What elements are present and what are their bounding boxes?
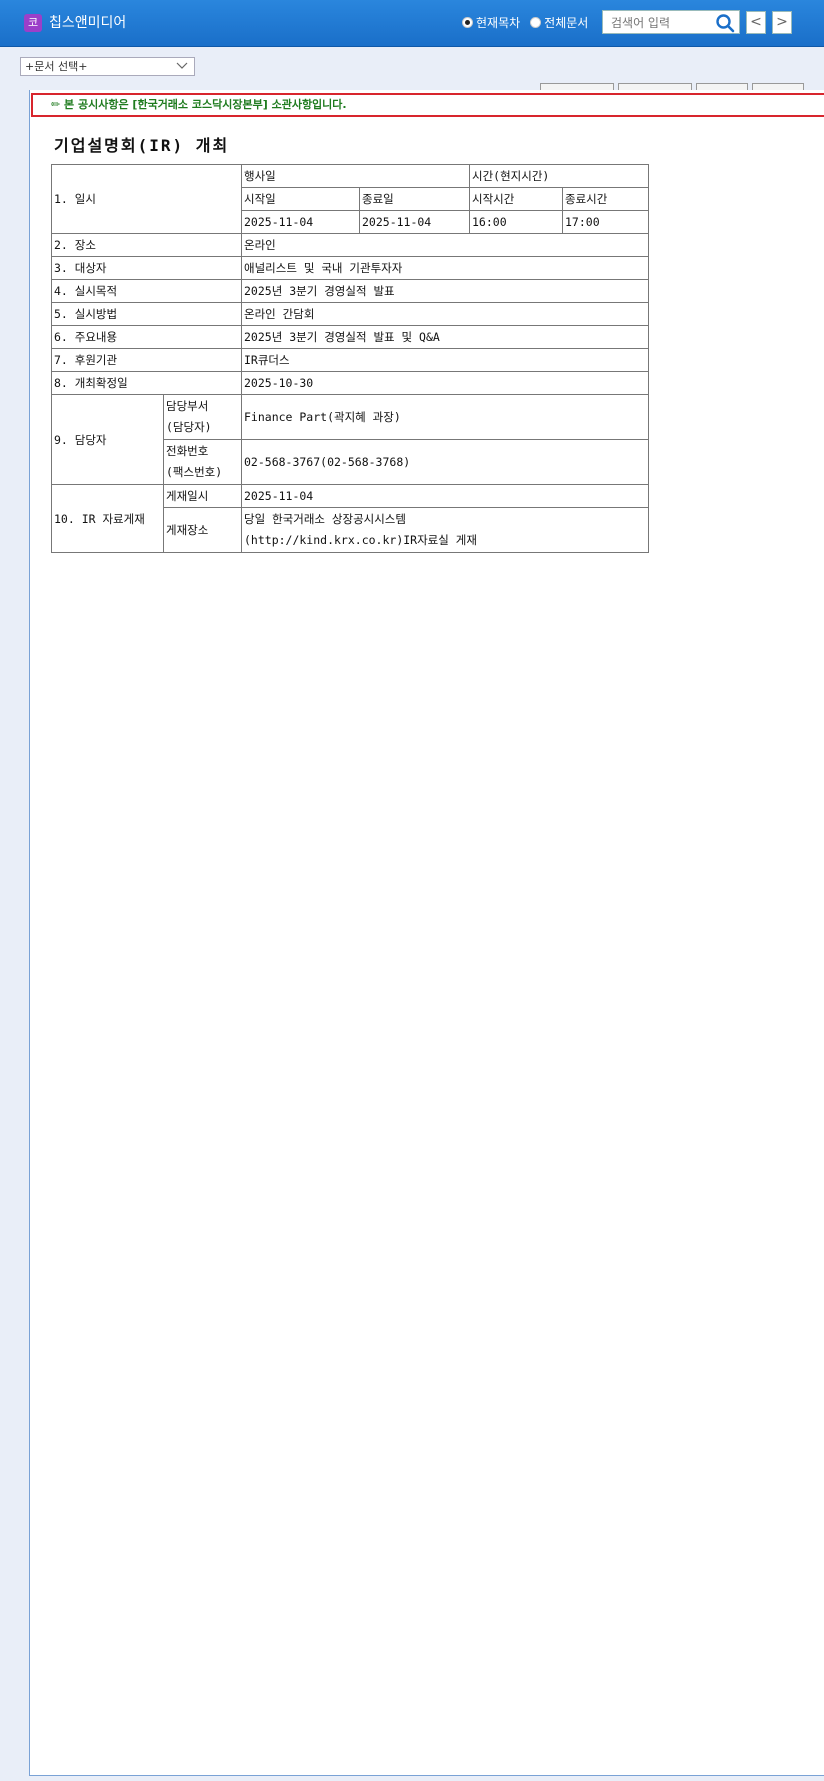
- radio-all-docs[interactable]: 전체문서: [530, 14, 588, 31]
- radio-current-toc[interactable]: 현재목차: [462, 14, 520, 31]
- value-post-place-line1: 당일 한국거래소 상장공시시스템: [244, 512, 406, 526]
- document-title: 기업설명회(IR) 개최: [54, 136, 230, 155]
- value-sponsor: IR큐더스: [240, 348, 650, 372]
- row-label-method: 5. 실시방법: [51, 302, 242, 326]
- value-phone: 02-568-3767(02-568-3768): [240, 439, 650, 485]
- table-row: 4. 실시목적 2025년 3분기 경영실적 발표: [51, 279, 650, 303]
- value-method: 온라인 간담회: [240, 302, 650, 326]
- value-content: 2025년 3분기 경영실적 발표 및 Q&A: [240, 325, 650, 349]
- search-box: [602, 10, 740, 34]
- row-label-content: 6. 주요내용: [51, 325, 242, 349]
- header-time-local: 시간(현지시간): [468, 164, 650, 188]
- label-post-place: 게재장소: [163, 507, 242, 553]
- row-label-datetime: 1. 일시: [51, 164, 242, 234]
- table-row: 5. 실시방법 온라인 간담회: [51, 302, 650, 326]
- radio-current-toc-label: 현재목차: [476, 16, 521, 30]
- row-label-contact: 9. 담당자: [51, 394, 164, 485]
- table-row: 1. 일시 행사일 시간(현지시간): [51, 164, 650, 234]
- value-place: 온라인: [240, 233, 650, 257]
- value-end-time: 17:00: [561, 210, 650, 234]
- document-select-value: +문서 선택+: [25, 60, 88, 73]
- value-confirm-date: 2025-10-30: [240, 371, 650, 395]
- search-icon[interactable]: [715, 13, 735, 33]
- radio-all-docs-label: 전체문서: [544, 16, 589, 30]
- label-phone: 전화번호 (팩스번호): [163, 439, 242, 485]
- notice-banner: ✏ 본 공시사항은 [한국거래소 코스닥시장본부] 소관사항입니다.: [31, 93, 824, 117]
- header-start-time: 시작시간: [469, 187, 563, 211]
- row-label-confirm-date: 8. 개최확정일: [51, 371, 242, 395]
- header-end-date: 종료일: [359, 187, 470, 211]
- row-label-audience: 3. 대상자: [51, 256, 242, 280]
- value-end-date: 2025-11-04: [359, 210, 470, 234]
- value-post-date: 2025-11-04: [240, 484, 650, 508]
- header-end-time: 종료시간: [561, 187, 650, 211]
- label-phone-line1: 전화번호: [166, 444, 209, 458]
- app-logo-icon: 코: [24, 14, 42, 32]
- radio-checked-icon[interactable]: [462, 17, 473, 28]
- value-start-date: 2025-11-04: [241, 210, 360, 234]
- table-row: 2. 장소 온라인: [51, 233, 650, 257]
- prev-result-button[interactable]: <: [746, 11, 766, 34]
- row-label-place: 2. 장소: [51, 233, 242, 257]
- table-row: 10. IR 자료게재 게재일시 2025-11-04: [51, 484, 650, 553]
- table-row: 3. 대상자 애널리스트 및 국내 기관투자자: [51, 256, 650, 280]
- row-label-ir-material: 10. IR 자료게재: [51, 484, 164, 553]
- row-label-purpose: 4. 실시목적: [51, 279, 242, 303]
- search-scope-radio-group: 현재목차 전체문서: [462, 14, 588, 31]
- value-start-time: 16:00: [469, 210, 563, 234]
- header-event-day: 행사일: [241, 164, 470, 188]
- label-department-line2: (담당자): [166, 420, 212, 434]
- radio-unchecked-icon[interactable]: [530, 17, 542, 28]
- label-department: 담당부서 (담당자): [163, 394, 242, 440]
- value-department: Finance Part(곽지혜 과장): [240, 394, 650, 440]
- table-row: 6. 주요내용 2025년 3분기 경영실적 발표 및 Q&A: [51, 325, 650, 349]
- ir-info-table: 1. 일시 행사일 시간(현지시간) 시작일 종료일 시작시간 종료시간 202…: [51, 164, 650, 553]
- table-row: 7. 후원기관 IR큐더스: [51, 348, 650, 372]
- label-phone-line2: (팩스번호): [166, 465, 223, 479]
- top-bar: 코 칩스앤미디어 현재목차 전체문서 < >: [0, 0, 824, 47]
- search-input[interactable]: [609, 14, 713, 32]
- value-post-place: 당일 한국거래소 상장공시시스템 (http://kind.krx.co.kr)I…: [240, 507, 650, 553]
- header-start-date: 시작일: [241, 187, 360, 211]
- chevron-down-icon: [176, 62, 188, 69]
- value-post-place-line2: (http://kind.krx.co.kr)IR자료실 게재: [244, 533, 477, 547]
- document-select[interactable]: +문서 선택+: [20, 57, 195, 76]
- label-department-line1: 담당부서: [166, 399, 209, 413]
- value-audience: 애널리스트 및 국내 기관투자자: [240, 256, 650, 280]
- value-purpose: 2025년 3분기 경영실적 발표: [240, 279, 650, 303]
- row-label-sponsor: 7. 후원기관: [51, 348, 242, 372]
- next-result-button[interactable]: >: [772, 11, 792, 34]
- app-title: 칩스앤미디어: [49, 15, 127, 31]
- table-row: 8. 개최확정일 2025-10-30: [51, 371, 650, 395]
- table-row: 9. 담당자 담당부서 (담당자) Finance Part(곽지혜 과장): [51, 394, 650, 485]
- label-post-date: 게재일시: [163, 484, 242, 508]
